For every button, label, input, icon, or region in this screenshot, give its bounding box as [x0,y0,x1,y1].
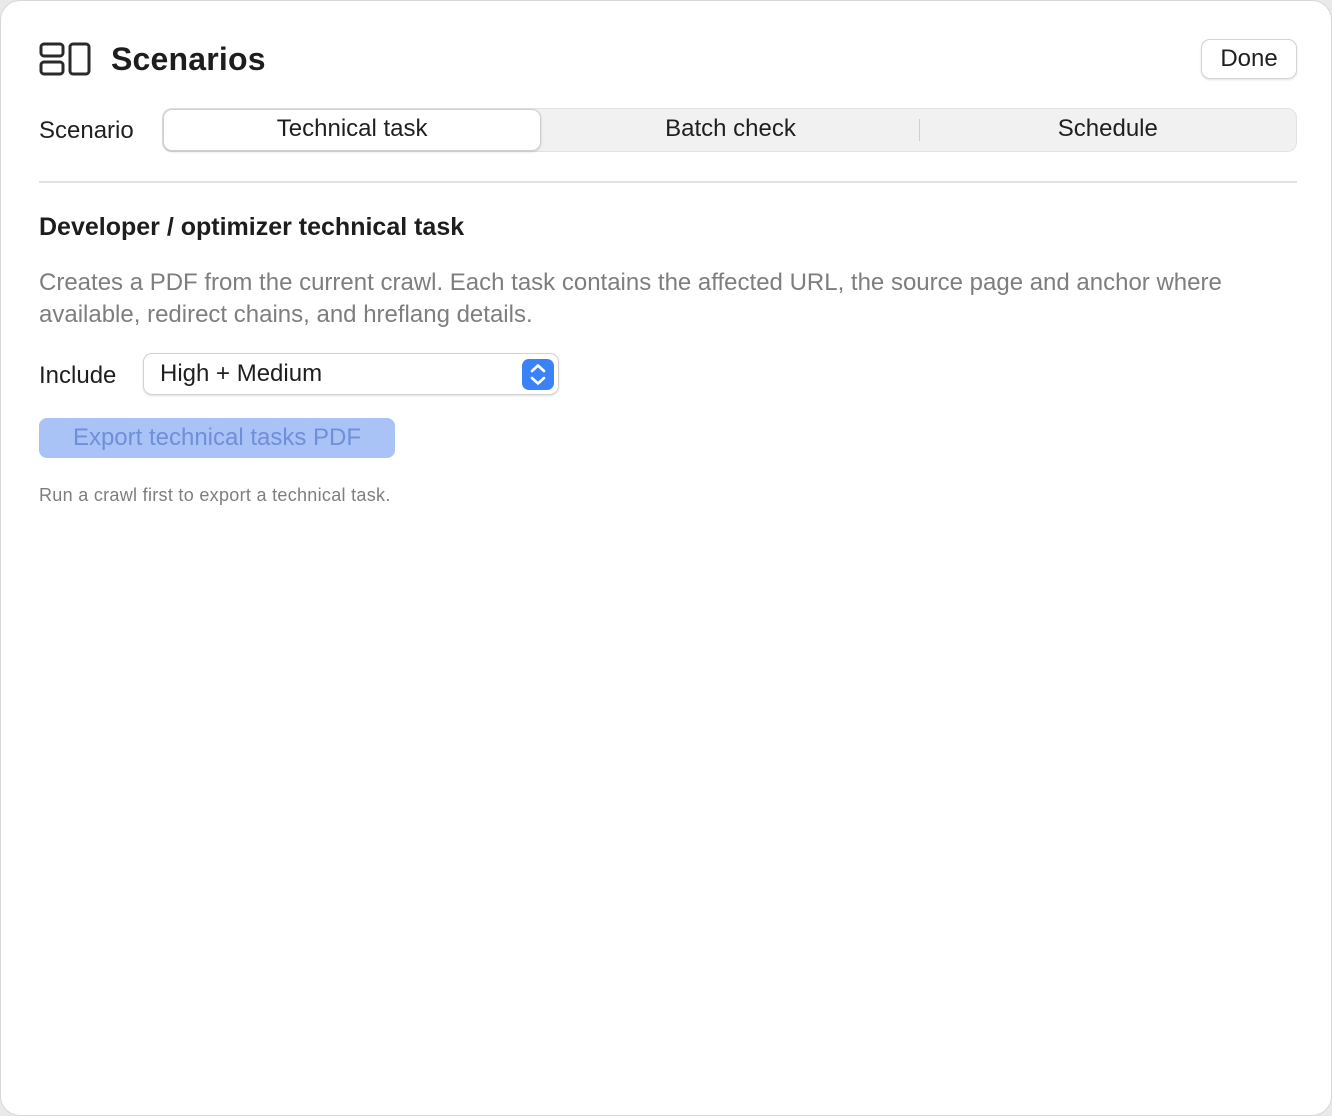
scenario-segmented-control: Technical task Batch check Schedule [162,108,1297,152]
include-label: Include [39,362,117,389]
section-divider [39,181,1297,183]
include-selected-value: High + Medium [160,360,323,387]
segment-schedule[interactable]: Schedule [920,109,1296,151]
segment-batch-check[interactable]: Batch check [542,109,918,151]
scenario-picker-row: Scenario Technical task Batch check Sche… [39,108,1297,152]
scenario-label: Scenario [39,117,134,144]
section-heading: Developer / optimizer technical task [39,213,465,241]
scenarios-sheet: Scenarios Done Scenario Technical task B… [0,0,1332,1116]
chevron-up-down-icon [522,359,554,390]
layout-icon [39,42,91,76]
include-row: Include High + Medium [39,353,599,395]
page-title: Scenarios [111,41,266,77]
section-description: Creates a PDF from the current crawl. Ea… [39,269,1222,328]
export-technical-tasks-pdf-button[interactable]: Export technical tasks PDF [39,418,395,458]
export-hint: Run a crawl first to export a technical … [39,485,391,505]
done-button[interactable]: Done [1201,39,1297,79]
include-popup-button[interactable]: High + Medium [143,353,559,395]
sheet-header: Scenarios Done [39,37,1297,81]
segment-technical-task[interactable]: Technical task [163,109,542,151]
